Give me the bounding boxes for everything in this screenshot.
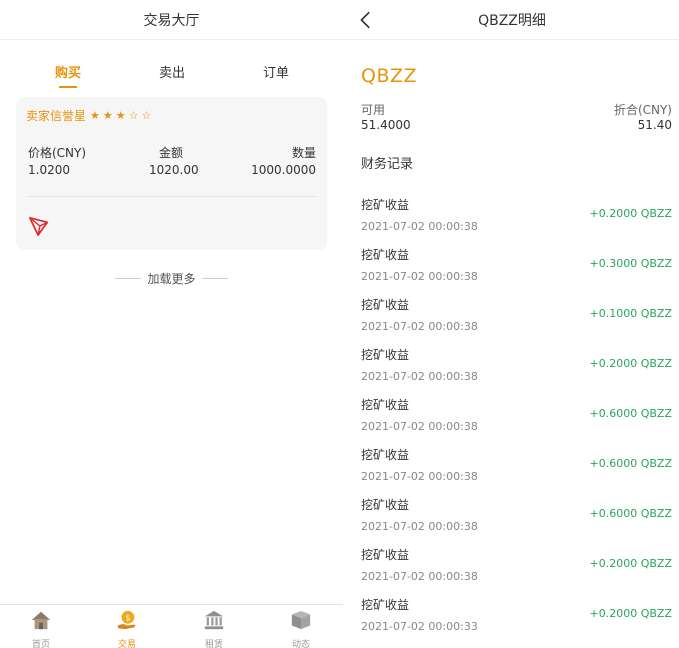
converted-label: 折合(CNY) xyxy=(613,103,672,117)
record-amount: +0.6000 QBZZ xyxy=(589,407,672,420)
sell-offer-card[interactable]: 卖家信誉星 ★ ★ ★ ☆ ☆ 价格(CNY) 1.0200 金额 1020.00 数量… xyxy=(16,97,327,250)
tabbar-trade[interactable]: $ 交易 xyxy=(107,609,147,648)
record-type: 挖矿收益 xyxy=(361,198,410,212)
record-row: 挖矿收益 2021-07-02 00:00:38 +0.2000 QBZZ xyxy=(345,340,679,390)
record-type: 挖矿收益 xyxy=(361,548,410,562)
load-more[interactable]: 加载更多 xyxy=(0,270,343,287)
star-filled-icon: ★ xyxy=(115,109,126,122)
tron-icon xyxy=(29,216,49,236)
tab-sell[interactable]: 卖出 xyxy=(142,62,202,81)
star-filled-icon: ★ xyxy=(90,109,100,122)
record-amount: +0.2000 QBZZ xyxy=(589,557,672,570)
record-type: 挖矿收益 xyxy=(361,248,410,262)
record-row: 挖矿收益 2021-07-02 00:00:38 +0.2000 QBZZ xyxy=(345,190,679,240)
quantity-label: 数量 xyxy=(291,146,316,160)
tab-orders[interactable]: 订单 xyxy=(246,62,306,81)
tab-buy[interactable]: 购买 xyxy=(38,62,98,81)
trading-hall-header: 交易大厅 xyxy=(0,0,343,40)
record-amount: +0.1000 QBZZ xyxy=(589,307,672,320)
record-time: 2021-07-02 00:00:38 xyxy=(361,320,478,333)
record-time: 2021-07-02 00:00:33 xyxy=(361,620,478,633)
record-type: 挖矿收益 xyxy=(361,448,410,462)
record-amount: +0.3000 QBZZ xyxy=(589,257,672,270)
amount-label: 金额 xyxy=(159,146,184,160)
record-row: 挖矿收益 2021-07-02 00:00:38 +0.6000 QBZZ xyxy=(345,490,679,540)
back-chevron-icon[interactable] xyxy=(355,9,377,31)
record-type: 挖矿收益 xyxy=(361,598,410,612)
record-time: 2021-07-02 00:00:38 xyxy=(361,520,478,533)
record-time: 2021-07-02 00:00:38 xyxy=(361,220,478,233)
tabbar-home-label: 首页 xyxy=(31,640,50,648)
coin-detail-screen: QBZZ明细 QBZZ 可用 51.4000 折合(CNY) 51.40 财务记… xyxy=(345,0,679,648)
record-row: 挖矿收益 2021-07-02 00:00:38 +0.2000 QBZZ xyxy=(345,540,679,590)
page-title: QBZZ明细 xyxy=(478,12,546,29)
tabbar-home[interactable]: 首页 xyxy=(21,609,61,648)
record-row: 挖矿收益 2021-07-02 00:00:38 +0.1000 QBZZ xyxy=(345,290,679,340)
seller-rating: 卖家信誉星 ★ ★ ★ ☆ ☆ xyxy=(26,107,154,124)
record-amount: +0.2000 QBZZ xyxy=(589,607,672,620)
record-row: 挖矿收益 2021-07-02 00:00:33 +0.2000 QBZZ xyxy=(345,590,679,640)
rating-stars: ★ ★ ★ ☆ ☆ xyxy=(90,110,154,121)
record-amount: +0.6000 QBZZ xyxy=(589,457,672,470)
tabbar-news-label: 动态 xyxy=(291,640,310,648)
available-label: 可用 xyxy=(361,103,386,117)
record-amount: +0.2000 QBZZ xyxy=(589,357,672,370)
star-empty-icon: ☆ xyxy=(141,109,152,122)
card-divider xyxy=(26,196,317,197)
load-more-line-left xyxy=(115,278,142,279)
record-row: 挖矿收益 2021-07-02 00:00:38 +0.3000 QBZZ xyxy=(345,240,679,290)
page-title: 交易大厅 xyxy=(143,12,200,29)
record-time: 2021-07-02 00:00:38 xyxy=(361,270,478,283)
star-filled-icon: ★ xyxy=(102,109,113,122)
trade-tabs: 购买 卖出 订单 xyxy=(0,52,343,90)
home-icon xyxy=(31,611,51,630)
record-type: 挖矿收益 xyxy=(361,348,410,362)
coin-detail-header: QBZZ明细 xyxy=(345,0,679,40)
record-row: 挖矿收益 2021-07-02 00:00:38 +0.6000 QBZZ xyxy=(345,440,679,490)
quantity-value: 1000.0000 xyxy=(251,163,316,177)
record-time: 2021-07-02 00:00:38 xyxy=(361,420,478,433)
active-tab-indicator xyxy=(59,86,77,88)
svg-text:$: $ xyxy=(125,612,130,622)
record-row: 挖矿收益 2021-07-02 00:00:38 +0.6000 QBZZ xyxy=(345,390,679,440)
price-value: 1.0200 xyxy=(28,163,70,177)
record-type: 挖矿收益 xyxy=(361,498,410,512)
record-time: 2021-07-02 00:00:38 xyxy=(361,470,478,483)
tabbar-news[interactable]: 动态 xyxy=(281,609,321,648)
price-label: 价格(CNY) xyxy=(28,146,87,160)
load-more-line-right xyxy=(201,278,228,279)
tabbar-trade-label: 交易 xyxy=(117,640,136,648)
bank-icon xyxy=(204,610,224,630)
tabbar-lease-label: 租赁 xyxy=(204,640,223,648)
amount-value: 1020.00 xyxy=(149,163,199,177)
record-time: 2021-07-02 00:00:38 xyxy=(361,370,478,383)
bottom-tabbar: 首页 $ 交易 租赁 动态 xyxy=(0,604,343,648)
seller-rating-label: 卖家信誉星 xyxy=(26,109,87,123)
record-time: 2021-07-02 00:00:38 xyxy=(361,570,478,583)
record-type: 挖矿收益 xyxy=(361,398,410,412)
available-value: 51.4000 xyxy=(361,118,411,132)
tabbar-lease[interactable]: 租赁 xyxy=(194,609,234,648)
box-icon xyxy=(291,610,311,630)
record-amount: +0.6000 QBZZ xyxy=(589,507,672,520)
star-empty-icon: ☆ xyxy=(128,109,139,122)
converted-value: 51.40 xyxy=(637,118,672,132)
records-list: 挖矿收益 2021-07-02 00:00:38 +0.2000 QBZZ 挖矿收益 2… xyxy=(345,190,679,640)
records-title: 财务记录 xyxy=(361,157,414,172)
trading-hall-screen: 交易大厅 购买 卖出 订单 卖家信誉星 ★ ★ ★ ☆ ☆ 价格(CNY) 1.0200… xyxy=(0,0,343,648)
load-more-label: 加载更多 xyxy=(147,272,196,286)
coin-name: QBZZ xyxy=(361,65,418,87)
record-type: 挖矿收益 xyxy=(361,298,410,312)
record-amount: +0.2000 QBZZ xyxy=(589,207,672,220)
money-hand-icon: $ xyxy=(117,610,136,630)
